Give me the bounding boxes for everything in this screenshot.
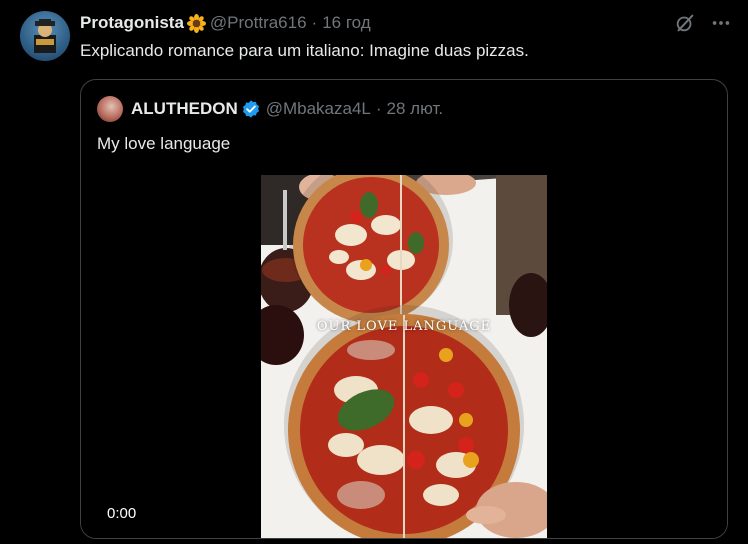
quoted-tweet-header: ALUTHEDON @Mbakaza4L · 28 лют. bbox=[97, 96, 443, 122]
video-player[interactable]: OUR LOVE LANGUAGE 0:00 bbox=[81, 175, 727, 538]
quoted-post-time[interactable]: 28 лют. bbox=[387, 99, 444, 119]
separator-dot: · bbox=[311, 13, 318, 32]
user-handle[interactable]: @Prottra616 bbox=[210, 13, 307, 33]
post-time[interactable]: 16 год bbox=[322, 13, 370, 33]
quoted-separator-dot: · bbox=[375, 99, 382, 118]
video-overlay-text: OUR LOVE LANGUAGE bbox=[316, 319, 492, 334]
verified-badge-icon bbox=[242, 100, 259, 118]
tweet[interactable]: Protagonista @Prottra616 · 16 год Explic… bbox=[0, 0, 748, 544]
quoted-display-name[interactable]: ALUTHEDON bbox=[131, 99, 238, 119]
quoted-avatar[interactable] bbox=[97, 96, 123, 122]
tweet-text: Explicando romance para um italiano: Ima… bbox=[80, 41, 529, 60]
grok-icon[interactable] bbox=[674, 12, 696, 34]
quoted-tweet-text: My love language bbox=[97, 134, 231, 153]
more-options-icon[interactable] bbox=[710, 12, 732, 34]
tweet-header: Protagonista @Prottra616 · 16 год bbox=[80, 12, 371, 34]
quoted-user-handle[interactable]: @Mbakaza4L bbox=[266, 99, 371, 119]
pizza-video-thumbnail bbox=[261, 175, 547, 538]
display-name[interactable]: Protagonista bbox=[80, 13, 184, 33]
sunflower-icon bbox=[186, 13, 206, 33]
video-frame[interactable]: OUR LOVE LANGUAGE bbox=[261, 175, 547, 538]
avatar[interactable] bbox=[20, 11, 70, 61]
quoted-tweet[interactable]: ALUTHEDON @Mbakaza4L · 28 лют. My love l… bbox=[80, 79, 728, 539]
tweet-actions bbox=[674, 12, 732, 34]
video-timestamp: 0:00 bbox=[107, 505, 137, 522]
avatar-figure-icon bbox=[34, 19, 56, 53]
